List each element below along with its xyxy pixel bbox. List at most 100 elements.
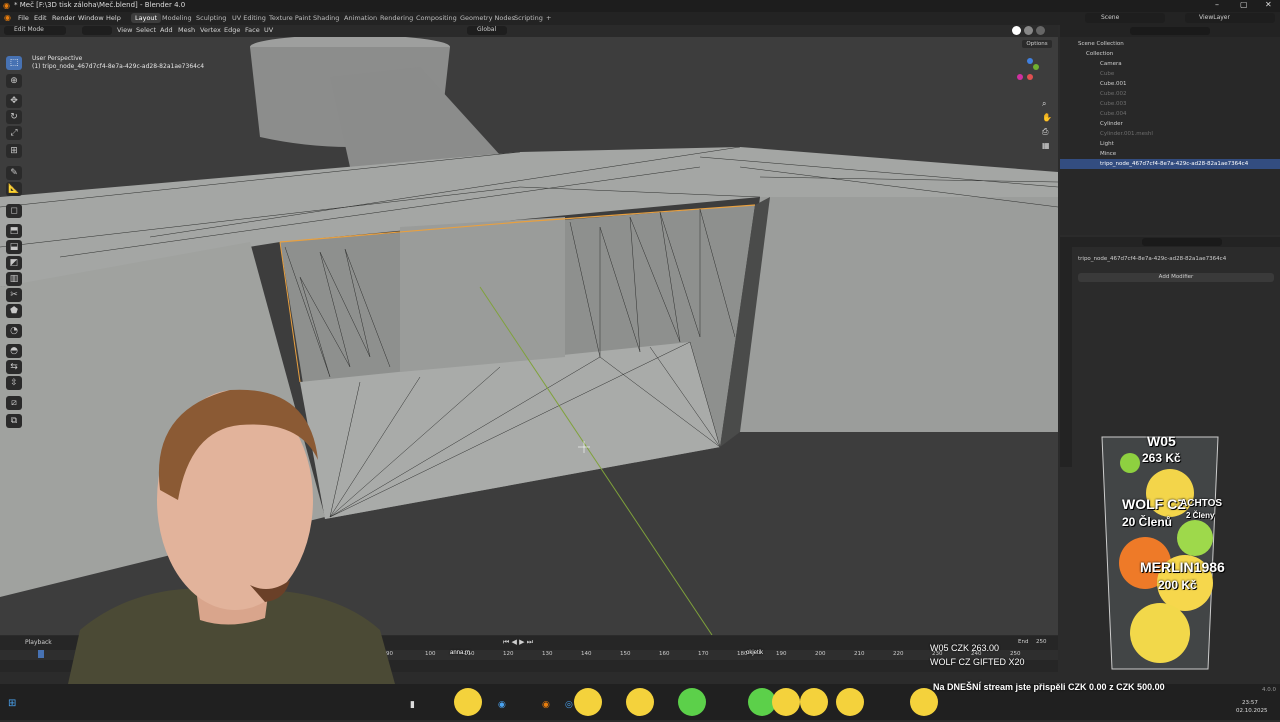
menu-edit[interactable]: Edit: [34, 14, 47, 22]
outliner-item-cube-001[interactable]: Cube.001: [1060, 79, 1280, 89]
rotate-tool-icon[interactable]: ↻: [6, 110, 22, 124]
vp-menu-face[interactable]: Face: [245, 26, 260, 34]
options-button[interactable]: Options: [1022, 40, 1052, 48]
move-tool-icon[interactable]: ✥: [6, 94, 22, 108]
poly-build-tool-icon[interactable]: ⬟: [6, 304, 22, 318]
outliner-item-cube-004[interactable]: Cube.004: [1060, 109, 1280, 119]
clock-date: 02.10.2025: [1236, 708, 1268, 714]
mode-selector[interactable]: Edit Mode: [4, 26, 66, 35]
shading-buttons[interactable]: [912, 26, 1052, 35]
zoom-icon[interactable]: ⌕: [1042, 99, 1046, 109]
extrude-tool-icon[interactable]: ⬒: [6, 224, 22, 238]
select-mode-buttons[interactable]: [82, 26, 112, 35]
rendered-shading-icon[interactable]: [1036, 26, 1045, 35]
menu-help[interactable]: Help: [106, 14, 121, 22]
tab-scripting[interactable]: Scripting: [514, 14, 543, 22]
outliner-item-cube-002[interactable]: Cube.002: [1060, 89, 1280, 99]
knife-tool-icon[interactable]: ✂: [6, 288, 22, 302]
pan-hand-icon[interactable]: ✋: [1042, 113, 1052, 122]
vp-menu-vertex[interactable]: Vertex: [200, 26, 221, 34]
bevel-tool-icon[interactable]: ◩: [6, 256, 22, 270]
tab-rendering[interactable]: Rendering: [380, 14, 413, 22]
top-menu-bar: ◉ File Edit Render Window Help Layout Mo…: [0, 12, 1280, 25]
outliner-item-camera[interactable]: Camera: [1060, 59, 1280, 69]
add-cube-tool-icon[interactable]: ◻: [6, 204, 22, 218]
tab-shading[interactable]: Shading: [313, 14, 339, 22]
cursor-tool-icon[interactable]: ⊕: [6, 74, 22, 88]
navigation-gizmo[interactable]: [1017, 58, 1039, 80]
vp-menu-uv[interactable]: UV: [264, 26, 273, 34]
end-frame-value[interactable]: 250: [1036, 639, 1047, 645]
modifier-object-name: tripo_node_467d7cf4-8e7a-429c-ad28-82a1a…: [1078, 256, 1227, 262]
edge-slide-tool-icon[interactable]: ⇆: [6, 360, 22, 374]
select-box-tool-icon[interactable]: ⬚: [6, 56, 22, 70]
orientation-selector[interactable]: Global: [467, 26, 507, 35]
tab-animation[interactable]: Animation: [344, 14, 377, 22]
outliner-item-light[interactable]: Light: [1060, 139, 1280, 149]
spin-tool-icon[interactable]: ◔: [6, 324, 22, 338]
tick-label: 210: [854, 651, 865, 657]
measure-tool-icon[interactable]: 📐: [6, 182, 22, 196]
minimize-button[interactable]: –: [1215, 0, 1219, 9]
loop-cut-tool-icon[interactable]: ▥: [6, 272, 22, 286]
name-tag-2: okjetik: [746, 650, 764, 656]
tab-modeling[interactable]: Modeling: [162, 14, 192, 22]
windows-start-icon[interactable]: ⊞: [8, 698, 16, 709]
menu-window[interactable]: Window: [78, 14, 104, 22]
tab-uv-editing[interactable]: UV Editing: [232, 14, 266, 22]
tab-sculpting[interactable]: Sculpting: [196, 14, 226, 22]
mode-label: Edit Mode: [14, 26, 44, 33]
vp-menu-view[interactable]: View: [117, 26, 132, 34]
menu-render[interactable]: Render: [52, 14, 75, 22]
solid-shading-icon[interactable]: [1012, 26, 1021, 35]
taskbar-pin-icon[interactable]: ▮: [410, 700, 415, 710]
vp-menu-edge[interactable]: Edge: [224, 26, 240, 34]
outliner-item-tripo-node[interactable]: tripo_node_467d7cf4-8e7a-429c-ad28-82a1a…: [1060, 159, 1280, 169]
scene-selector[interactable]: Scene: [1085, 13, 1165, 23]
properties-search[interactable]: [1142, 238, 1222, 246]
lemon-mascots: [454, 688, 938, 716]
donation-overlay-tag: ACHTOS: [1180, 498, 1223, 509]
scene-label: Scene: [1101, 14, 1120, 21]
outliner-search[interactable]: [1130, 27, 1210, 35]
menu-file[interactable]: File: [18, 14, 29, 22]
outliner-item-cylinder-001[interactable]: Cylinder.001.meshl: [1060, 129, 1280, 139]
properties-tabs[interactable]: [1060, 247, 1072, 467]
ortho-toggle-icon[interactable]: ▦: [1042, 141, 1050, 150]
view-layer-selector[interactable]: ViewLayer: [1185, 13, 1275, 23]
outliner-item-collection[interactable]: Collection: [1060, 49, 1280, 59]
tab-geometry-nodes[interactable]: Geometry Nodes: [460, 14, 515, 22]
blender-menu-icon[interactable]: ◉: [4, 13, 11, 22]
tick-label: 150: [620, 651, 631, 657]
donation-line3: WOLF CZ: [1122, 496, 1186, 512]
scale-tool-icon[interactable]: ⤢: [6, 126, 22, 140]
outliner-scene-collection[interactable]: Scene Collection: [1060, 39, 1280, 49]
outliner-item-cylinder[interactable]: Cylinder: [1060, 119, 1280, 129]
maximize-button[interactable]: ▢: [1240, 0, 1248, 9]
transform-tool-icon[interactable]: ⊞: [6, 144, 22, 158]
vp-menu-select[interactable]: Select: [136, 26, 156, 34]
recess-panel: [400, 217, 565, 372]
close-button[interactable]: ✕: [1265, 0, 1272, 9]
lemon-mascot-overlay: [440, 684, 960, 720]
tab-compositing[interactable]: Compositing: [416, 14, 457, 22]
vp-menu-add[interactable]: Add: [160, 26, 173, 34]
view-layer-label: ViewLayer: [1199, 14, 1230, 21]
playback-controls[interactable]: ⏮ ◀ ▶ ⏭: [503, 638, 533, 647]
inset-tool-icon[interactable]: ⬓: [6, 240, 22, 254]
camera-view-icon[interactable]: ⎙: [1042, 127, 1048, 137]
tab-texture-paint[interactable]: Texture Paint: [269, 14, 311, 22]
annotate-tool-icon[interactable]: ✎: [6, 166, 22, 180]
outliner-item-cube[interactable]: Cube: [1060, 69, 1280, 79]
vp-menu-mesh[interactable]: Mesh: [178, 26, 195, 34]
add-workspace-icon[interactable]: +: [546, 14, 551, 22]
add-modifier-button[interactable]: Add Modifier: [1078, 273, 1274, 282]
tick-label: 130: [542, 651, 553, 657]
smooth-tool-icon[interactable]: ◓: [6, 344, 22, 358]
material-shading-icon[interactable]: [1024, 26, 1033, 35]
tab-layout[interactable]: Layout: [131, 13, 162, 23]
outliner-item-mince[interactable]: Mince: [1060, 149, 1280, 159]
tick-label: 120: [503, 651, 514, 657]
outliner-item-cube-003[interactable]: Cube.003: [1060, 99, 1280, 109]
tick-label: 140: [581, 651, 592, 657]
